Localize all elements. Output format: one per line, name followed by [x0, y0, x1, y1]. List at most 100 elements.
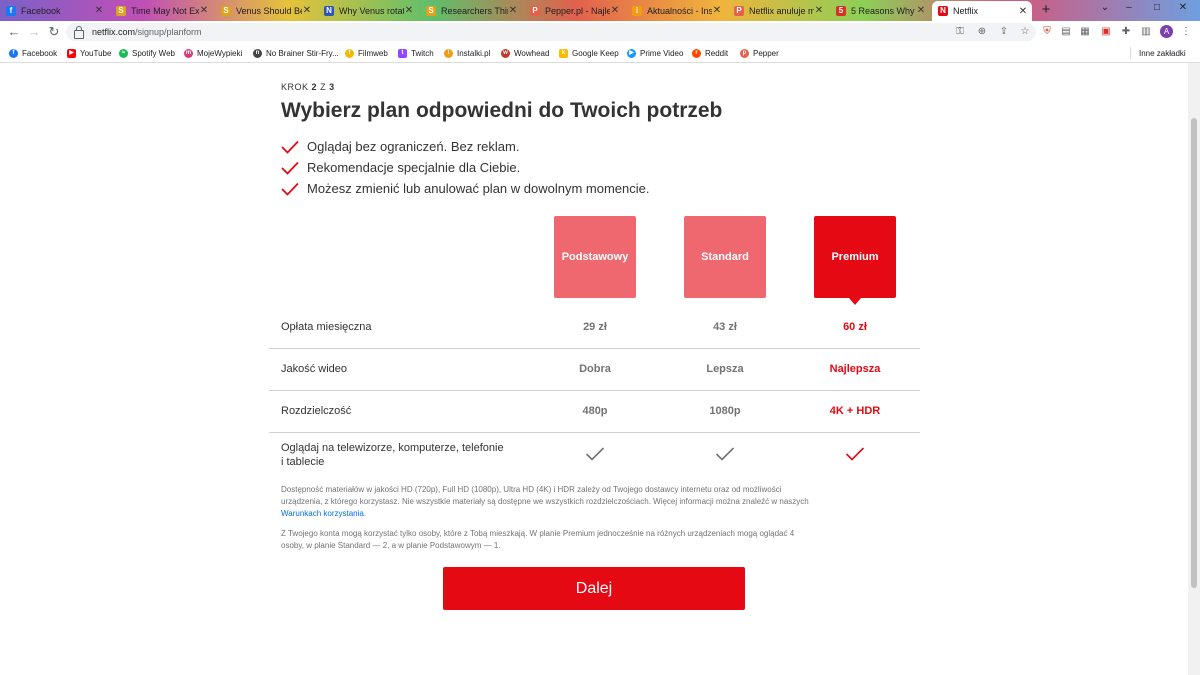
close-icon[interactable]: ✕ [508, 5, 518, 16]
browser-tab[interactable]: S Venus Should Be ✕ [215, 2, 316, 19]
browser-tab[interactable]: f Facebook ✕ [0, 2, 108, 19]
bookmark-recipe[interactable]: n No Brainer Stir-Fry... [253, 46, 339, 60]
close-icon[interactable]: ✕ [199, 5, 209, 16]
close-icon[interactable]: ✕ [302, 5, 312, 16]
browser-tab-strip: f Facebook ✕ S Time May Not Exi ✕ S Venu… [0, 0, 1200, 21]
wowhead-icon: w [501, 48, 510, 58]
bookmark-filmweb[interactable]: f Filmweb [345, 46, 388, 60]
table-row-monthly-price: Opłata miesięczna 29 zł 43 zł 60 zł [269, 306, 920, 349]
browser-tab[interactable]: P Netflix anuluje mie ✕ [728, 2, 828, 19]
close-icon[interactable]: ✕ [404, 5, 414, 16]
checkmark-icon [715, 447, 735, 461]
scrollbar-thumb[interactable] [1191, 118, 1197, 588]
benefit-item: Oglądaj bez ograniczeń. Bez reklam. [281, 136, 649, 157]
s-site-icon: S [426, 5, 436, 16]
browser-tab[interactable]: i Aktualności - Insta ✕ [626, 2, 726, 19]
table-row-video-quality: Jakość wideo Dobra Lepsza Najlepsza [269, 349, 920, 391]
pdf-extension-icon[interactable]: ▣ [1100, 26, 1112, 38]
lock-icon [74, 25, 84, 39]
extensions-puzzle-icon[interactable]: ✚ [1120, 26, 1132, 38]
google-keep-icon: k [559, 48, 568, 58]
mojewypieki-icon: m [184, 48, 193, 58]
key-icon[interactable]: ⚿ [954, 26, 966, 38]
netflix-plan-page: KROK 2 Z 3 Wybierz plan odpowiedni do Tw… [0, 63, 1200, 675]
bookmarks-bar: f Facebook ▶ YouTube ≈ Spotify Web m MojeWyp… [0, 43, 1200, 63]
quality-podstawowy: Dobra [579, 363, 611, 375]
instalki-icon: i [444, 48, 453, 58]
address-bar[interactable]: netflix.com/signup/planform ⚿ ⊕ ⇪ ☆ [66, 23, 1036, 41]
checkmark-icon [281, 161, 299, 175]
reading-list-icon[interactable]: ▥ [1140, 26, 1152, 38]
menu-kebab-icon[interactable]: ⋮ [1180, 26, 1192, 38]
bookmark-instalki[interactable]: i Instalki.pl [444, 46, 490, 60]
pepper-icon: p [740, 48, 749, 58]
close-icon[interactable]: ✕ [610, 5, 620, 16]
video-icon: 5 [836, 5, 846, 16]
bookmark-facebook[interactable]: f Facebook [9, 46, 57, 60]
bookmark-star-icon[interactable]: ☆ [1019, 26, 1031, 38]
tab-search-icon[interactable]: ⌄ [1098, 2, 1112, 13]
close-window-icon[interactable]: ✕ [1176, 2, 1190, 13]
table-row-devices: Oglądaj na telewizorze, komputerze, tele… [269, 433, 920, 479]
plan-option-podstawowy[interactable]: Podstawowy [554, 216, 636, 298]
extension-doc-icon[interactable]: ▤ [1060, 26, 1072, 38]
bookmark-wowhead[interactable]: w Wowhead [501, 46, 549, 60]
extension-slider-icon[interactable]: ▦ [1079, 26, 1091, 38]
bookmark-twitch[interactable]: t Twitch [398, 46, 434, 60]
quality-standard: Lepsza [706, 363, 744, 375]
page-scrollbar[interactable] [1188, 63, 1200, 675]
resolution-podstawowy: 480p [582, 405, 608, 417]
minimize-icon[interactable]: – [1122, 2, 1136, 13]
benefit-item: Możesz zmienić lub anulować plan w dowol… [281, 178, 649, 199]
checkmark-icon [585, 447, 605, 461]
zoom-icon[interactable]: ⊕ [976, 26, 988, 38]
bookmark-spotify[interactable]: ≈ Spotify Web [119, 46, 175, 60]
terms-link[interactable]: Warunkach korzystania [281, 509, 364, 518]
forward-icon[interactable]: → [26, 24, 42, 40]
bookmark-youtube[interactable]: ▶ YouTube [67, 46, 111, 60]
instalki-icon: i [632, 5, 642, 16]
resolution-premium: 4K + HDR [829, 405, 881, 417]
row-label: Opłata miesięczna [281, 321, 372, 333]
prime-video-icon: ▶ [627, 48, 636, 58]
bookmark-reddit[interactable]: r Reddit [692, 46, 728, 60]
maximize-icon[interactable]: □ [1150, 2, 1164, 13]
netflix-icon: N [938, 6, 948, 16]
bookmark-prime-video[interactable]: ▶ Prime Video [627, 46, 683, 60]
household-note: Z Twojego konta mogą korzystać tylko oso… [281, 529, 795, 550]
browser-tab[interactable]: N Why Venus rotate ✕ [318, 2, 418, 19]
plan-option-standard[interactable]: Standard [684, 216, 766, 298]
browser-tab[interactable]: S Researchers Think ✕ [420, 2, 522, 19]
close-icon[interactable]: ✕ [712, 5, 722, 16]
other-bookmarks[interactable]: Inne zakładki [1130, 46, 1186, 60]
browser-tab[interactable]: 5 5 Reasons Why Ne ✕ [830, 2, 930, 19]
close-icon[interactable]: ✕ [916, 5, 926, 16]
pepper-icon: P [734, 5, 744, 16]
extension-shield-icon[interactable]: ⛨ [1041, 26, 1053, 38]
share-icon[interactable]: ⇪ [998, 26, 1010, 38]
facebook-icon: f [6, 5, 16, 16]
profile-avatar[interactable]: A [1160, 25, 1173, 38]
close-icon[interactable]: ✕ [1018, 6, 1028, 17]
bookmark-google-keep[interactable]: k Google Keep [559, 46, 619, 60]
url-text[interactable]: netflix.com/signup/planform [92, 27, 202, 37]
browser-tab-active[interactable]: N Netflix ✕ [932, 1, 1032, 21]
price-standard: 43 zł [713, 321, 737, 333]
back-icon[interactable]: ← [6, 24, 22, 40]
s-site-icon: S [221, 5, 231, 16]
new-tab-button[interactable]: + [1038, 2, 1054, 18]
row-label: Jakość wideo [281, 363, 348, 375]
checkmark-icon [281, 140, 299, 154]
browser-toolbar: ← → ↻ netflix.com/signup/planform ⚿ ⊕ ⇪ … [0, 21, 1200, 43]
reload-icon[interactable]: ↻ [46, 24, 62, 40]
close-icon[interactable]: ✕ [814, 5, 824, 16]
bookmark-mojewypieki[interactable]: m MojeWypieki [184, 46, 242, 60]
bookmark-pepper[interactable]: p Pepper [740, 46, 779, 60]
browser-tab[interactable]: P Pepper.pl - Najlep ✕ [524, 2, 624, 19]
next-button[interactable]: Dalej [443, 567, 745, 610]
checkmark-icon [281, 182, 299, 196]
close-icon[interactable]: ✕ [94, 5, 104, 16]
browser-tab[interactable]: S Time May Not Exi ✕ [110, 2, 213, 19]
filmweb-icon: f [345, 48, 354, 58]
plan-option-premium[interactable]: Premium [814, 216, 896, 305]
